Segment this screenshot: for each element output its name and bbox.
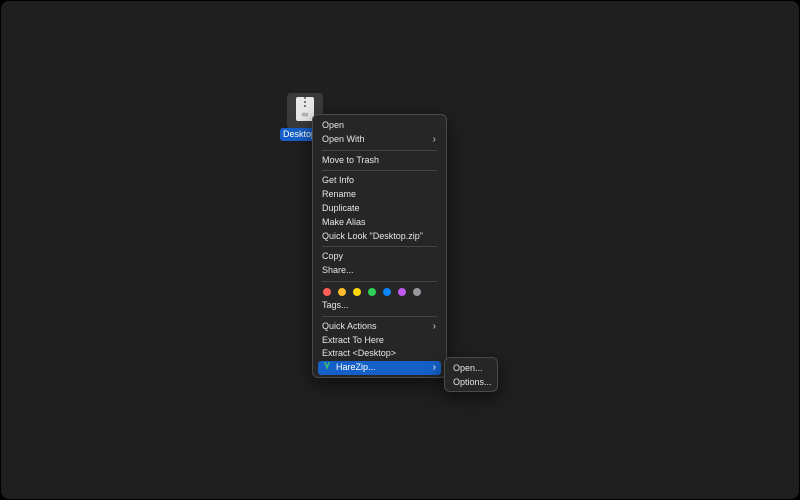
menu-item-get-info[interactable]: Get Info	[318, 174, 441, 188]
chevron-right-icon: ›	[432, 133, 436, 145]
harezip-icon	[324, 362, 330, 371]
tag-purple-dot[interactable]	[398, 287, 406, 296]
chevron-right-icon: ›	[432, 362, 436, 374]
menu-item-quick-look[interactable]: Quick Look "Desktop.zip"	[318, 230, 441, 244]
menu-item-open[interactable]: Open	[318, 119, 441, 133]
menu-item-tags[interactable]: Tags...	[318, 299, 441, 313]
harezip-submenu: Open... Options...	[444, 357, 498, 392]
menu-separator	[322, 246, 437, 248]
tag-yellow-dot[interactable]	[353, 287, 361, 296]
chevron-right-icon: ›	[432, 320, 436, 332]
menu-item-extract-to-here[interactable]: Extract To Here	[318, 334, 441, 348]
zipper-icon	[304, 97, 306, 109]
menu-separator	[322, 315, 437, 317]
desktop: zip Desktop.zip Open Open With › Move to…	[1, 1, 799, 499]
menu-item-label: Open With	[322, 133, 365, 144]
menu-item-label: HareZip...	[336, 362, 376, 373]
context-menu: Open Open With › Move to Trash Get Info …	[312, 114, 447, 378]
menu-separator	[322, 170, 437, 172]
tag-color-row	[318, 285, 441, 299]
menu-separator	[322, 280, 437, 282]
menu-item-share[interactable]: Share...	[318, 264, 441, 278]
tag-blue-dot[interactable]	[383, 287, 391, 296]
zip-icon-text: zip	[301, 112, 309, 118]
submenu-item-open[interactable]: Open...	[449, 361, 493, 375]
menu-item-duplicate[interactable]: Duplicate	[318, 202, 441, 216]
menu-item-harezip[interactable]: HareZip... ›	[318, 361, 441, 375]
menu-item-rename[interactable]: Rename	[318, 188, 441, 202]
menu-item-quick-actions[interactable]: Quick Actions ›	[318, 320, 441, 334]
tag-red-dot[interactable]	[323, 287, 331, 296]
menu-item-move-to-trash[interactable]: Move to Trash	[318, 154, 441, 168]
menu-item-copy[interactable]: Copy	[318, 250, 441, 264]
menu-item-label: Quick Actions	[322, 320, 377, 331]
menu-item-extract-desktop[interactable]: Extract <Desktop>	[318, 347, 441, 361]
submenu-item-options[interactable]: Options...	[449, 375, 493, 389]
tag-orange-dot[interactable]	[338, 287, 346, 296]
menu-separator	[322, 149, 437, 151]
menu-item-open-with[interactable]: Open With ›	[318, 133, 441, 147]
tag-green-dot[interactable]	[368, 287, 376, 296]
tag-gray-dot[interactable]	[413, 287, 421, 296]
menu-item-make-alias[interactable]: Make Alias	[318, 216, 441, 230]
